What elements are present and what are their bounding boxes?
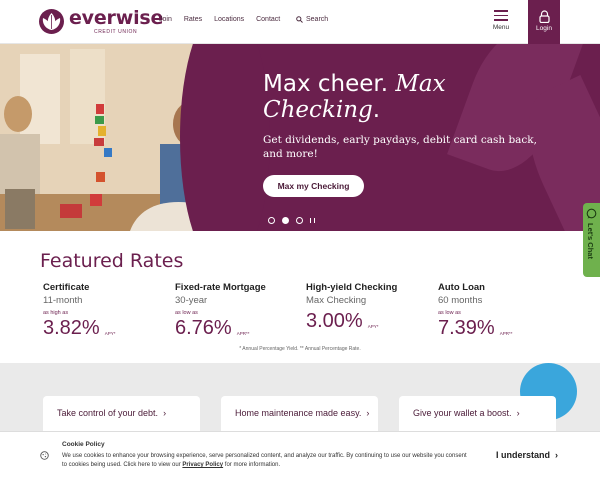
- featured-rates-title: Featured Rates: [40, 250, 184, 272]
- privacy-policy-link[interactable]: Privacy Policy: [182, 462, 223, 468]
- hero-title-plain: Max cheer.: [263, 71, 396, 97]
- rate-name: Fixed-rate Mortgage: [175, 282, 266, 293]
- rate-auto-loan[interactable]: Auto Loan 60 months as low as 7.39% APR**: [438, 282, 563, 340]
- nav-item-rates[interactable]: Rates: [184, 16, 202, 23]
- promo-card-wallet[interactable]: Give your wallet a boost. ›: [399, 396, 556, 431]
- rate-value: 6.76%: [175, 317, 232, 339]
- cookie-icon: [40, 451, 49, 460]
- rate-name: High-yield Checking: [306, 282, 398, 293]
- carousel-dot-2[interactable]: [282, 217, 289, 224]
- rate-term: 11-month: [43, 295, 83, 306]
- rate-qualifier: as high as: [43, 310, 69, 316]
- rate-unit: APR**: [236, 331, 250, 336]
- promo-section: Take control of your debt. › Home mainte…: [0, 363, 600, 431]
- rate-certificate[interactable]: Certificate 11-month as high as 3.82% APY…: [43, 282, 168, 340]
- site-header: everwise CREDIT UNION Join Rates Locatio…: [0, 0, 600, 44]
- max-my-checking-button[interactable]: Max my Checking: [263, 175, 364, 197]
- rate-term: Max Checking: [306, 295, 367, 306]
- i-understand-label: I understand: [496, 450, 551, 460]
- nav-item-locations[interactable]: Locations: [214, 16, 244, 23]
- hero-banner: Max cheer. Max Checking. Get dividends, …: [0, 44, 600, 231]
- rate-value: 3.00%: [306, 310, 363, 332]
- hero-title-italic: Max: [395, 71, 446, 97]
- rate-term: 30-year: [175, 295, 208, 306]
- promo-card-label: Home maintenance made easy.: [235, 408, 362, 418]
- hero-title-italic-2: Checking: [263, 97, 373, 123]
- search-link[interactable]: Search: [296, 16, 328, 23]
- rate-term: 60 months: [438, 295, 483, 306]
- rate-unit: APY*: [367, 324, 379, 329]
- rate-value: 7.39%: [438, 317, 495, 339]
- chevron-right-icon: ›: [514, 408, 520, 418]
- cookie-text-part: for more information.: [223, 462, 281, 468]
- cookie-text: We use cookies to enhance your browsing …: [62, 452, 472, 470]
- rate-unit: APY*: [104, 331, 116, 336]
- hero-title: Max cheer. Max Checking.: [263, 71, 563, 123]
- rate-value: 3.82%: [43, 317, 100, 339]
- hero-title-period: .: [372, 97, 381, 123]
- menu-button[interactable]: Menu: [486, 6, 516, 38]
- carousel-dot-1[interactable]: [268, 217, 275, 224]
- pause-icon[interactable]: [310, 218, 315, 223]
- promo-card-debt[interactable]: Take control of your debt. ›: [43, 396, 200, 431]
- carousel-controls: [268, 217, 315, 224]
- promo-card-label: Take control of your debt.: [57, 408, 159, 418]
- promo-card-home[interactable]: Home maintenance made easy. ›: [221, 396, 378, 431]
- chevron-right-icon: ›: [160, 408, 167, 418]
- brand-subtitle: CREDIT UNION: [94, 29, 138, 35]
- promo-card-label: Give your wallet a boost.: [413, 408, 512, 418]
- chevron-right-icon: ›: [552, 450, 559, 460]
- leaf-logo-icon: [39, 9, 64, 34]
- main-nav: Join Rates Locations Contact: [159, 16, 292, 23]
- hero-divider-arc: [180, 44, 270, 231]
- rate-mortgage[interactable]: Fixed-rate Mortgage 30-year as low as 6.…: [175, 282, 300, 340]
- hamburger-icon: [494, 10, 508, 21]
- cookie-banner: Cookie Policy We use cookies to enhance …: [0, 431, 600, 480]
- menu-label: Menu: [492, 23, 510, 31]
- rate-qualifier: as low as: [438, 310, 461, 316]
- cookie-title: Cookie Policy: [62, 441, 105, 448]
- rate-unit: APR**: [499, 331, 513, 336]
- nav-item-join[interactable]: Join: [159, 16, 172, 23]
- brand-name: everwise: [69, 7, 164, 29]
- lock-icon: [538, 10, 550, 23]
- lets-chat-tab[interactable]: Let's Chat: [583, 203, 600, 277]
- chevron-right-icon: ›: [363, 408, 370, 418]
- rates-footnote: * Annual Percentage Yield. ** Annual Per…: [239, 346, 361, 352]
- rate-name: Certificate: [43, 282, 90, 293]
- search-icon: [296, 16, 303, 23]
- chat-bubble-icon: [586, 208, 597, 219]
- logo[interactable]: everwise CREDIT UNION: [39, 9, 163, 35]
- chat-label: Let's Chat: [586, 223, 595, 259]
- login-button[interactable]: Login: [528, 0, 560, 44]
- carousel-dot-3[interactable]: [296, 217, 303, 224]
- hero-description: Get dividends, early paydays, debit card…: [263, 134, 538, 160]
- login-label: Login: [536, 25, 552, 32]
- rate-qualifier: as low as: [175, 310, 198, 316]
- rate-checking[interactable]: High-yield Checking Max Checking 3.00% AP…: [306, 282, 431, 333]
- rate-name: Auto Loan: [438, 282, 485, 293]
- search-label: Search: [306, 16, 329, 23]
- nav-item-contact[interactable]: Contact: [256, 16, 280, 23]
- i-understand-button[interactable]: I understand ›: [496, 450, 558, 460]
